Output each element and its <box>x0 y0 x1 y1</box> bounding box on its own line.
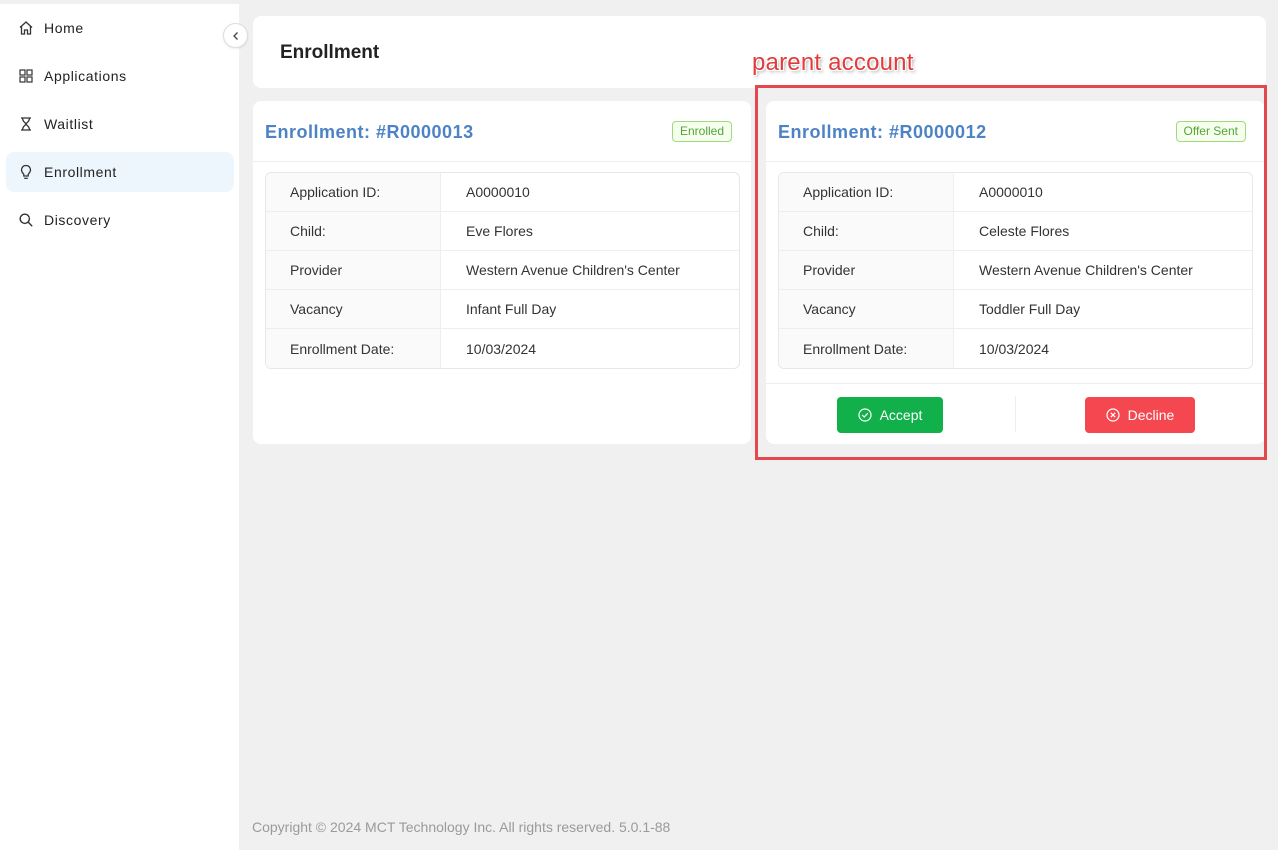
sidebar-item-enrollment[interactable]: Enrollment <box>6 152 234 192</box>
row-value: A0000010 <box>466 184 530 200</box>
page-title: Enrollment <box>280 42 380 63</box>
row-label: Provider <box>266 251 441 289</box>
annotation-label: parent account <box>752 49 914 76</box>
accept-label: Accept <box>879 407 923 423</box>
table-row: Provider Western Avenue Children's Cente… <box>266 251 739 290</box>
row-label: Vacancy <box>779 290 954 328</box>
row-value: Infant Full Day <box>466 301 557 317</box>
details-table: Application ID: A0000010 Child: Eve Flor… <box>265 172 740 369</box>
sidebar-item-label: Applications <box>44 68 127 84</box>
table-row: Enrollment Date: 10/03/2024 <box>266 329 739 368</box>
decline-button[interactable]: Decline <box>1085 397 1195 433</box>
row-value: Western Avenue Children's Center <box>979 262 1193 278</box>
details-table: Application ID: A0000010 Child: Celeste … <box>778 172 1253 369</box>
row-label: Application ID: <box>779 173 954 211</box>
card-title: Enrollment: #R0000013 <box>265 122 474 142</box>
sidebar-item-label: Waitlist <box>44 116 94 132</box>
accept-button[interactable]: Accept <box>837 397 943 433</box>
table-row: Vacancy Toddler Full Day <box>779 290 1252 329</box>
card-header: Enrollment: #R0000013 Enrolled <box>253 101 751 162</box>
collapse-sidebar-button[interactable] <box>223 23 248 48</box>
table-row: Provider Western Avenue Children's Cente… <box>779 251 1252 290</box>
table-row: Child: Celeste Flores <box>779 212 1252 251</box>
row-label: Provider <box>779 251 954 289</box>
table-row: Application ID: A0000010 <box>779 173 1252 212</box>
footer-copyright: Copyright © 2024 MCT Technology Inc. All… <box>252 819 671 835</box>
sidebar-item-discovery[interactable]: Discovery <box>6 200 234 240</box>
row-value: 10/03/2024 <box>466 340 537 357</box>
row-label: Enrollment Date: <box>779 329 954 368</box>
page-header: Enrollment parent account <box>253 16 1266 88</box>
sidebar: Home Applications Waitlist Enrollment Di… <box>0 4 239 850</box>
decline-label: Decline <box>1127 407 1175 423</box>
row-label: Child: <box>779 212 954 250</box>
grid-icon <box>18 68 34 84</box>
search-icon <box>18 212 34 228</box>
sidebar-item-home[interactable]: Home <box>6 8 234 48</box>
card-header: Enrollment: #R0000012 Offer Sent <box>766 101 1265 162</box>
actions-divider <box>1015 396 1016 432</box>
card-title: Enrollment: #R0000012 <box>778 122 987 142</box>
row-label: Application ID: <box>266 173 441 211</box>
sidebar-item-waitlist[interactable]: Waitlist <box>6 104 234 144</box>
card-actions: Accept Decline <box>766 383 1265 444</box>
row-value: Western Avenue Children's Center <box>466 262 680 278</box>
chevron-left-icon <box>231 31 241 41</box>
hourglass-icon <box>18 116 34 132</box>
sidebar-item-label: Discovery <box>44 212 111 228</box>
close-circle-icon <box>1106 408 1120 422</box>
table-row: Enrollment Date: 10/03/2024 <box>779 329 1252 368</box>
sidebar-item-label: Home <box>44 20 84 36</box>
row-value: Toddler Full Day <box>979 301 1081 317</box>
row-value: A0000010 <box>979 184 1043 200</box>
table-row: Application ID: A0000010 <box>266 173 739 212</box>
sidebar-item-applications[interactable]: Applications <box>6 56 234 96</box>
table-row: Vacancy Infant Full Day <box>266 290 739 329</box>
home-icon <box>18 20 34 36</box>
check-circle-icon <box>857 408 872 422</box>
enrollment-card-offer: Enrollment: #R0000012 Offer Sent Applica… <box>766 101 1265 444</box>
row-value: 10/03/2024 <box>979 340 1050 357</box>
sidebar-item-label: Enrollment <box>44 164 117 180</box>
status-badge: Offer Sent <box>1175 121 1246 142</box>
row-label: Child: <box>266 212 441 250</box>
status-badge: Enrolled <box>671 121 732 142</box>
row-value: Eve Flores <box>466 223 533 239</box>
lightbulb-icon <box>18 164 34 180</box>
row-label: Enrollment Date: <box>266 329 441 368</box>
row-label: Vacancy <box>266 290 441 328</box>
table-row: Child: Eve Flores <box>266 212 739 251</box>
enrollment-card: Enrollment: #R0000013 Enrolled Applicati… <box>253 101 751 444</box>
row-value: Celeste Flores <box>979 223 1070 239</box>
